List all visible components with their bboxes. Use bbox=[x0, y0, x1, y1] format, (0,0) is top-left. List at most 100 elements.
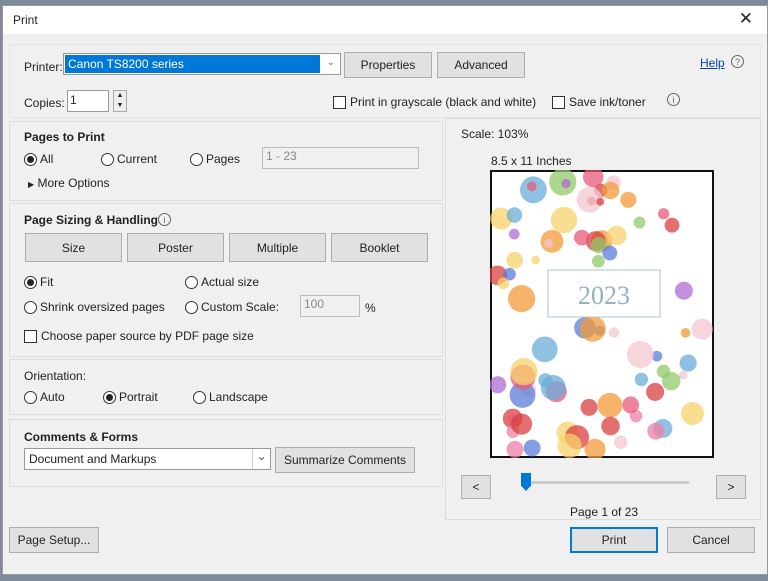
print-button[interactable]: Print bbox=[570, 527, 658, 553]
more-options-toggle[interactable]: ▶ More Options bbox=[28, 176, 110, 190]
help-link[interactable]: Help bbox=[700, 56, 725, 70]
flower bbox=[579, 315, 606, 342]
flower bbox=[620, 191, 637, 208]
summarize-comments-button[interactable]: Summarize Comments bbox=[275, 447, 415, 473]
year-text: 2023 bbox=[578, 281, 630, 310]
flower bbox=[506, 251, 524, 269]
flower bbox=[538, 373, 553, 388]
pages-to-print-section: Pages to Print All Current Pages 1 - 23 … bbox=[9, 121, 443, 201]
flower bbox=[580, 398, 598, 416]
page-range-input[interactable]: 1 - 23 bbox=[262, 147, 419, 169]
flower bbox=[679, 354, 697, 372]
info-icon[interactable]: i bbox=[667, 93, 680, 106]
radio-portrait-label: Portrait bbox=[119, 390, 158, 404]
slider-thumb[interactable] bbox=[521, 473, 531, 491]
scale-label: Scale: 103% bbox=[461, 127, 529, 141]
title-bar: Print ✕ bbox=[3, 6, 767, 34]
copies-stepper[interactable]: ▲ ▼ bbox=[113, 90, 127, 112]
radio-actual-size[interactable]: Actual size bbox=[185, 275, 259, 289]
flower bbox=[561, 178, 571, 189]
flower bbox=[497, 277, 510, 290]
cancel-button[interactable]: Cancel bbox=[667, 527, 755, 553]
flower bbox=[596, 197, 605, 206]
info-icon[interactable]: i bbox=[158, 213, 171, 226]
radio-fit[interactable]: Fit bbox=[24, 275, 53, 289]
flower bbox=[490, 376, 507, 394]
comments-select[interactable]: Document and Markups ⌄ bbox=[24, 448, 271, 470]
page-preview: 2023 bbox=[490, 170, 714, 458]
radio-current-label: Current bbox=[117, 152, 158, 166]
radio-custom-scale[interactable]: Custom Scale: bbox=[185, 300, 279, 314]
flower bbox=[691, 318, 713, 340]
tab-multiple[interactable]: Multiple bbox=[229, 233, 326, 262]
properties-button[interactable]: Properties bbox=[344, 52, 432, 78]
flower bbox=[550, 206, 578, 234]
radio-shrink[interactable]: Shrink oversized pages bbox=[24, 300, 165, 314]
flower bbox=[508, 285, 536, 313]
chevron-down-icon: ⌄ bbox=[326, 57, 335, 68]
flower bbox=[573, 229, 590, 246]
flower bbox=[597, 392, 623, 418]
close-icon[interactable]: ✕ bbox=[739, 9, 753, 29]
orientation-title: Orientation: bbox=[24, 369, 87, 383]
flower bbox=[544, 238, 554, 248]
radio-pages-label: Pages bbox=[206, 152, 241, 166]
flower bbox=[506, 440, 524, 458]
flower bbox=[601, 181, 620, 200]
flower bbox=[601, 416, 620, 436]
pages-title: Pages to Print bbox=[24, 130, 105, 144]
sizing-title: Page Sizing & Handling bbox=[24, 213, 159, 227]
flower bbox=[622, 396, 640, 414]
chevron-down-icon: ⌄ bbox=[252, 449, 270, 469]
flower bbox=[510, 358, 538, 386]
flower bbox=[606, 225, 627, 246]
radio-custom-label: Custom Scale: bbox=[201, 300, 280, 314]
radio-all[interactable]: All bbox=[24, 152, 53, 166]
flower bbox=[526, 181, 537, 192]
copies-label: Copies: bbox=[24, 96, 65, 110]
print-dialog: Print ✕ Printer: Canon TS8200 series ⌄ P… bbox=[2, 5, 768, 575]
page-setup-button[interactable]: Page Setup... bbox=[9, 527, 99, 553]
flower bbox=[681, 401, 704, 425]
flower bbox=[680, 328, 691, 338]
page-slider[interactable] bbox=[521, 473, 689, 491]
advanced-button[interactable]: Advanced bbox=[437, 52, 525, 78]
flower bbox=[613, 435, 628, 450]
flower bbox=[674, 281, 693, 300]
save-ink-checkbox[interactable]: Save ink/toner bbox=[552, 95, 646, 109]
copies-input[interactable]: 1 bbox=[67, 90, 109, 112]
paper-source-label: Choose paper source by PDF page size bbox=[41, 329, 254, 343]
flower bbox=[608, 327, 620, 338]
flower bbox=[591, 254, 605, 268]
comments-value: Document and Markups bbox=[29, 452, 157, 466]
next-page-button[interactable]: > bbox=[716, 475, 746, 499]
custom-scale-input[interactable]: 100 bbox=[300, 295, 360, 317]
paper-source-checkbox[interactable]: Choose paper source by PDF page size bbox=[24, 329, 254, 343]
radio-portrait[interactable]: Portrait bbox=[103, 390, 158, 404]
radio-all-label: All bbox=[40, 152, 54, 166]
printer-select[interactable]: Canon TS8200 series ⌄ bbox=[63, 53, 341, 75]
comments-title: Comments & Forms bbox=[24, 430, 139, 444]
orientation-section: Orientation: Auto Portrait Landscape bbox=[9, 359, 443, 415]
flower bbox=[508, 228, 520, 240]
radio-landscape-label: Landscape bbox=[209, 390, 268, 404]
flower bbox=[646, 382, 665, 401]
tab-poster[interactable]: Poster bbox=[127, 233, 224, 262]
page-sizing-section: Page Sizing & Handling i Size Poster Mul… bbox=[9, 203, 443, 357]
grayscale-label: Print in grayscale (black and white) bbox=[350, 95, 537, 109]
tab-booklet[interactable]: Booklet bbox=[331, 233, 428, 262]
flower bbox=[633, 216, 646, 229]
preview-section: Scale: 103% 8.5 x 11 Inches 2023 < > Pag… bbox=[445, 118, 761, 520]
radio-shrink-label: Shrink oversized pages bbox=[40, 300, 165, 314]
grayscale-checkbox[interactable]: Print in grayscale (black and white) bbox=[333, 95, 536, 109]
printer-label: Printer: bbox=[24, 60, 63, 74]
radio-actual-label: Actual size bbox=[201, 275, 260, 289]
radio-landscape[interactable]: Landscape bbox=[193, 390, 268, 404]
radio-auto[interactable]: Auto bbox=[24, 390, 65, 404]
radio-current[interactable]: Current bbox=[101, 152, 157, 166]
tab-size[interactable]: Size bbox=[25, 233, 122, 262]
radio-pages[interactable]: Pages bbox=[190, 152, 240, 166]
flower bbox=[661, 371, 681, 391]
help-icon[interactable]: ? bbox=[731, 55, 744, 68]
prev-page-button[interactable]: < bbox=[461, 475, 491, 499]
